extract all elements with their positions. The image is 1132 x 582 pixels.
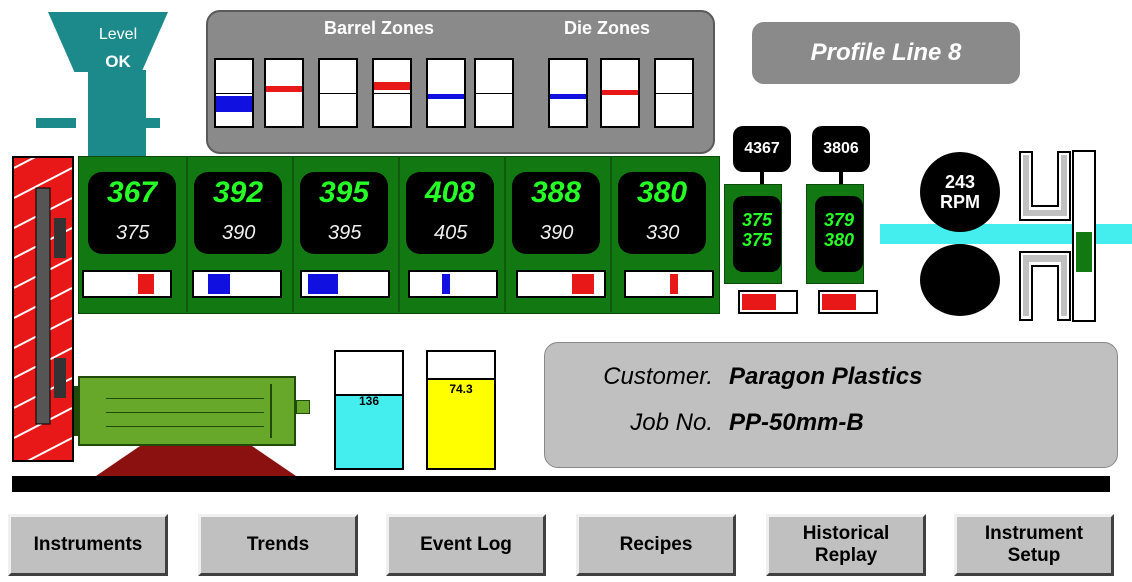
barrel-zones-title: Barrel Zones: [324, 18, 435, 38]
barrel-zone-3-sp: 395: [328, 222, 362, 244]
die-1-pressure[interactable]: 4367: [733, 126, 791, 172]
puller-speed-unit: RPM: [940, 192, 980, 212]
barrel-zone-2-pv: 392: [212, 176, 264, 209]
die-zone-1-output[interactable]: [738, 290, 798, 314]
barrel-zone-6-pv: 380: [636, 176, 688, 209]
tank-2-value: 74.3: [449, 382, 473, 396]
barrel-divider: [504, 156, 506, 312]
pressure-stem: [760, 172, 764, 184]
hopper-throat: [88, 70, 146, 156]
barrel-zone-5-sp: 390: [540, 222, 574, 244]
barrel-zone-1-output[interactable]: [82, 270, 172, 298]
historical-replay-button[interactable]: Historical Replay: [766, 514, 926, 576]
cutter-position-bar[interactable]: [1072, 150, 1096, 322]
hopper-level-status: OK: [105, 52, 131, 71]
die-zone-2-display[interactable]: 379 380: [815, 196, 863, 272]
instrument-setup-button[interactable]: Instrument Setup: [954, 514, 1114, 576]
trends-button[interactable]: Trends: [198, 514, 358, 576]
barrel-zone-1-pv: 367: [106, 176, 158, 209]
barrel-zone-4-display[interactable]: 408 405: [406, 172, 494, 254]
barrel-zone-1-indicator[interactable]: [214, 58, 254, 128]
barrel-zone-4-sp: 405: [434, 222, 468, 244]
barrel-zone-5-pv: 388: [530, 176, 582, 209]
barrel-zone-4-indicator[interactable]: [372, 58, 412, 128]
die-zones-title: Die Zones: [564, 18, 651, 38]
hatch-icon: [14, 158, 72, 460]
recipes-button[interactable]: Recipes: [576, 514, 736, 576]
instruments-button[interactable]: Instruments: [8, 514, 168, 576]
cooling-tank-top-icon: [1019, 151, 1071, 221]
tank-1-value: 136: [358, 394, 380, 408]
barrel-zone-6-output[interactable]: [624, 270, 714, 298]
barrel-divider: [398, 156, 400, 312]
barrel-zone-5-output[interactable]: [516, 270, 606, 298]
drive-motor: [78, 376, 296, 446]
customer-label: Customer.: [603, 363, 713, 390]
puller-roller: [920, 244, 1000, 316]
barrel-zone-2-sp: 390: [222, 222, 256, 244]
barrel-zone-2-indicator[interactable]: [264, 58, 304, 128]
puller-speed-value: 243: [944, 172, 976, 192]
barrel-zone-3-display[interactable]: 395 395: [300, 172, 388, 254]
die-zone-3-indicator[interactable]: [654, 58, 694, 128]
barrel-divider: [610, 156, 612, 312]
barrel-zone-1-display[interactable]: 367 375: [88, 172, 176, 254]
barrel-zone-6-sp: 330: [646, 222, 680, 244]
hopper-flange-right: [146, 118, 160, 128]
motor-base: [96, 446, 296, 476]
feed-throat-guard: [12, 156, 74, 462]
job-label: Job No.: [630, 409, 713, 436]
die-zone-1-sp: 375: [741, 230, 773, 250]
barrel-zone-1-sp: 375: [116, 222, 150, 244]
barrel-zone-3-pv: 395: [318, 176, 370, 209]
pressure-stem: [839, 172, 843, 184]
barrel-zone-6-indicator[interactable]: [474, 58, 514, 128]
barrel-zone-6-display[interactable]: 380 330: [618, 172, 706, 254]
job-value: PP-50mm-B: [729, 409, 864, 436]
tank-2[interactable]: 74.3: [426, 350, 496, 470]
floor-line: [12, 476, 1110, 492]
die-zone-1-display[interactable]: 375 375: [733, 196, 781, 272]
die-zone-2-indicator[interactable]: [600, 58, 640, 128]
hopper-level-label: Level: [98, 26, 138, 43]
barrel-zone-4-pv: 408: [424, 176, 476, 209]
barrel-divider: [186, 156, 188, 312]
tank-1[interactable]: 136: [334, 350, 404, 470]
job-info-panel: Customer. Paragon Plastics Job No. PP-50…: [544, 342, 1118, 468]
customer-value: Paragon Plastics: [729, 363, 923, 390]
barrel-zone-4-output[interactable]: [408, 270, 498, 298]
barrel-zone-5-indicator[interactable]: [426, 58, 466, 128]
cooling-tank-bottom-icon: [1019, 251, 1071, 321]
die-zone-2-sp: 380: [823, 230, 855, 250]
motor-shaft: [296, 400, 310, 414]
die-2-pressure[interactable]: 3806: [812, 126, 870, 172]
barrel-zone-3-indicator[interactable]: [318, 58, 358, 128]
die-zone-1-pv: 375: [741, 210, 773, 230]
barrel-zone-2-display[interactable]: 392 390: [194, 172, 282, 254]
event-log-button[interactable]: Event Log: [386, 514, 546, 576]
die-zone-1-indicator[interactable]: [548, 58, 588, 128]
barrel-zone-3-output[interactable]: [300, 270, 390, 298]
hopper-flange-left: [36, 118, 76, 128]
line-title: Profile Line 8: [752, 22, 1020, 84]
die-zone-2-pv: 379: [823, 210, 855, 230]
barrel-divider: [292, 156, 294, 312]
barrel-zone-2-output[interactable]: [192, 270, 282, 298]
die-zone-2-output[interactable]: [818, 290, 878, 314]
puller-speed-display[interactable]: 243 RPM: [920, 152, 1000, 232]
barrel-zone-5-display[interactable]: 388 390: [512, 172, 600, 254]
zone-status-panel: Barrel Zones Die Zones: [206, 10, 715, 154]
